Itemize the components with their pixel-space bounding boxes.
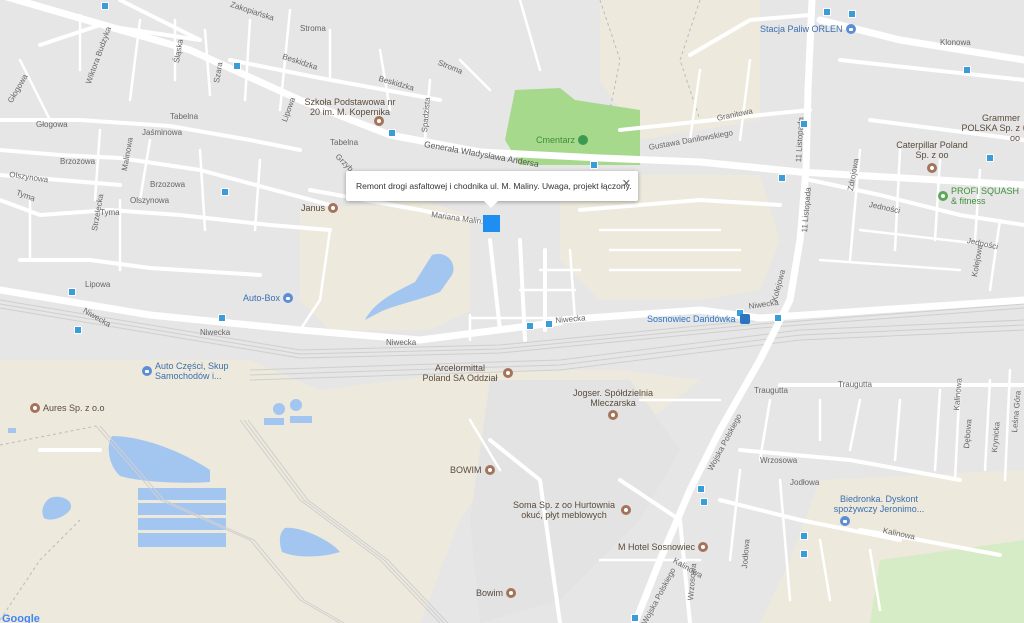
bus-stop-icon[interactable]: [774, 314, 782, 322]
place-icon: [608, 410, 618, 420]
bus-stop-icon[interactable]: [800, 120, 808, 128]
place-icon: [506, 588, 517, 598]
gas-station-icon: [845, 24, 856, 34]
poi-label: Cmentarz: [536, 135, 576, 145]
shop-icon: [283, 293, 294, 303]
street-label: Tabelna: [170, 112, 199, 121]
bus-stop-icon[interactable]: [388, 129, 396, 137]
poi-jogser[interactable]: Jogser. Spółdzielnia Mleczarska: [568, 388, 658, 420]
street-label: Jodłowa: [790, 478, 820, 487]
poi-label: Jogser. Spółdzielnia Mleczarska: [572, 388, 654, 408]
street-label: Olszynowa: [130, 196, 170, 205]
poi-label: Soma Sp. z oo Hurtownia okuć, płyt meblo…: [512, 500, 616, 520]
street-label: Lipowa: [85, 280, 111, 289]
bus-stop-icon[interactable]: [986, 154, 994, 162]
bus-stop-icon[interactable]: [526, 322, 534, 330]
poi-label: Aures Sp. z o.o: [43, 403, 105, 413]
place-icon: [503, 368, 513, 378]
poi-label: BOWIM: [450, 465, 482, 475]
poi-bowim[interactable]: BOWIM: [450, 465, 495, 475]
poi-biedronka[interactable]: Biedronka. Dyskont spożywczy Jeronimo...: [830, 494, 928, 526]
place-icon: [927, 163, 937, 173]
bus-stop-icon[interactable]: [778, 174, 786, 182]
street-label: Niwecka: [200, 328, 231, 337]
poi-soma[interactable]: Soma Sp. z oo Hurtownia okuć, płyt meblo…: [510, 500, 631, 520]
street-label: Tyma: [100, 208, 120, 217]
bus-stop-icon[interactable]: [700, 498, 708, 506]
bus-stop-icon[interactable]: [218, 314, 226, 322]
shop-icon: [840, 516, 850, 526]
train-station-icon: [739, 314, 750, 324]
poi-label: Caterpillar Poland Sp. z oo: [896, 140, 968, 160]
close-icon[interactable]: ✕: [622, 178, 631, 190]
bus-stop-icon[interactable]: [221, 188, 229, 196]
poi-label: Bowim: [476, 588, 504, 598]
poi-bowim-2[interactable]: Bowim: [476, 588, 517, 598]
poi-auto-czesci[interactable]: Auto Części, Skup Samochodów i...: [142, 361, 235, 381]
street-label: Jaśminowa: [142, 128, 183, 137]
poi-label: Biedronka. Dyskont spożywczy Jeronimo...: [833, 494, 925, 514]
bus-stop-icon[interactable]: [823, 8, 831, 16]
google-logo: Google: [2, 613, 40, 623]
bus-stop-icon[interactable]: [233, 62, 241, 70]
poi-label: Stacja Paliw ORLEN: [760, 24, 843, 34]
poi-profi-squash[interactable]: PROFI SQUASH & fitness: [938, 186, 1024, 206]
street-label: Stroma: [300, 24, 326, 33]
poi-grammer[interactable]: Grammer POLSKA Sp. z oo: [960, 113, 1024, 143]
place-icon: [621, 505, 631, 515]
poi-aures[interactable]: Aures Sp. z o.o: [30, 403, 105, 413]
poi-label: Sosnowiec Dańdówka: [647, 314, 736, 324]
poi-label: M Hotel Sosnowiec: [618, 542, 696, 552]
cemetery-icon: [578, 135, 589, 145]
street-label: Klonowa: [940, 38, 971, 47]
poi-label: Auto-Box: [243, 293, 281, 303]
street-label: Traugutta: [754, 386, 788, 395]
bus-stop-icon[interactable]: [963, 66, 971, 74]
poi-label: Janus: [301, 203, 326, 213]
poi-caterpillar[interactable]: Caterpillar Poland Sp. z oo: [894, 140, 970, 173]
street-label: Brzozowa: [150, 180, 186, 189]
fitness-icon: [938, 191, 948, 201]
bus-stop-icon[interactable]: [590, 161, 598, 169]
bus-stop-icon[interactable]: [631, 614, 639, 622]
poi-school[interactable]: Szkoła Podstawowa nr 20 im. M. Kopernika: [300, 97, 400, 117]
poi-auto-box[interactable]: Auto-Box: [243, 293, 294, 303]
bus-stop-icon[interactable]: [545, 320, 553, 328]
school-icon[interactable]: [374, 116, 384, 126]
poi-label: Auto Części, Skup Samochodów i...: [155, 361, 229, 381]
street-label: Tabelna: [330, 138, 359, 147]
hotel-icon: [698, 542, 709, 552]
bus-stop-icon[interactable]: [697, 485, 705, 493]
place-icon: [484, 465, 495, 475]
bus-stop-icon[interactable]: [101, 2, 109, 10]
bus-stop-icon[interactable]: [68, 288, 76, 296]
bus-stop-icon[interactable]: [800, 550, 808, 558]
street-label: Wrzosowa: [760, 456, 798, 465]
street-label: Głogowa: [36, 120, 68, 129]
place-icon: [328, 203, 339, 213]
street-label: Niwecka: [386, 338, 417, 347]
street-label: Brzozowa: [60, 157, 96, 166]
poi-label: Szkoła Podstawowa nr 20 im. M. Kopernika: [304, 97, 396, 117]
place-icon: [30, 403, 40, 413]
poi-stacja-orlen[interactable]: Stacja Paliw ORLEN: [760, 24, 856, 34]
street-label: Traugutta: [838, 380, 872, 389]
map-canvas[interactable]: Zakopiańska Stroma Stroma Beskidzka Besk…: [0, 0, 1024, 623]
poi-arcelormittal[interactable]: Arcelormittal Poland SA Oddział: [420, 363, 513, 383]
popup-text: Remont drogi asfaltowej i chodnika ul. M…: [356, 181, 632, 191]
poi-janus[interactable]: Janus: [301, 203, 339, 213]
selected-location-marker[interactable]: [483, 215, 500, 232]
bus-stop-icon[interactable]: [74, 326, 82, 334]
shop-icon: [142, 366, 152, 376]
poi-cemetery[interactable]: Cmentarz: [536, 135, 589, 145]
poi-m-hotel[interactable]: M Hotel Sosnowiec: [618, 542, 709, 552]
poi-sosnowiec-dandowka[interactable]: Sosnowiec Dańdówka: [647, 314, 750, 324]
poi-label: PROFI SQUASH & fitness: [951, 186, 1020, 206]
bus-stop-icon[interactable]: [800, 532, 808, 540]
poi-label: Grammer POLSKA Sp. z oo: [961, 113, 1020, 143]
bus-stop-icon[interactable]: [848, 10, 856, 18]
poi-label: Arcelormittal Poland SA Oddział: [422, 363, 498, 383]
info-popup: Remont drogi asfaltowej i chodnika ul. M…: [346, 171, 638, 208]
map-base: [0, 0, 1024, 623]
